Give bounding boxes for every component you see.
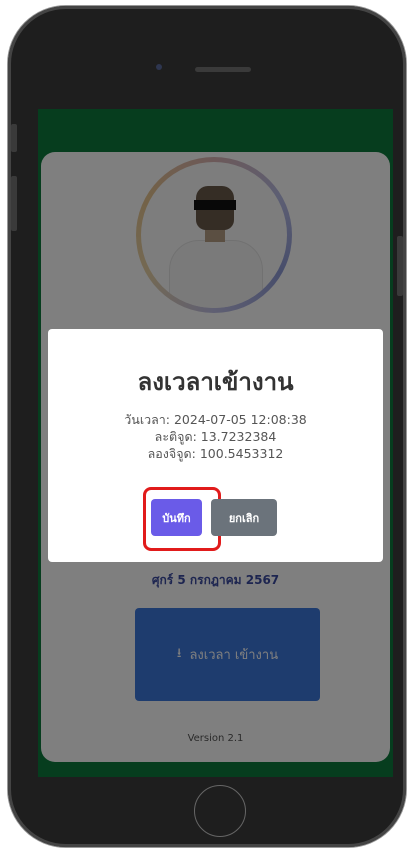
save-button[interactable]: บันทึก bbox=[151, 499, 202, 536]
power-button bbox=[397, 236, 403, 296]
dialog-info: วันเวลา: 2024-07-05 12:08:38 ละติจูด: 13… bbox=[48, 411, 383, 462]
longitude-text: ลองจิจูด: 100.5453312 bbox=[147, 446, 284, 461]
cancel-button[interactable]: ยกเลิก bbox=[211, 499, 277, 536]
home-button[interactable] bbox=[194, 785, 246, 837]
front-camera bbox=[156, 64, 162, 70]
datetime-text: วันเวลา: 2024-07-05 12:08:38 bbox=[124, 412, 307, 427]
latitude-text: ละติจูด: 13.7232384 bbox=[154, 429, 277, 444]
phone-frame: ศุกร์ 5 กรกฎาคม 2567 ⭳ ลงเวลา เข้างาน Ve… bbox=[8, 6, 406, 847]
clock-in-dialog: ลงเวลาเข้างาน วันเวลา: 2024-07-05 12:08:… bbox=[48, 329, 383, 562]
dialog-title: ลงเวลาเข้างาน bbox=[137, 368, 294, 396]
volume-button bbox=[11, 176, 17, 231]
earpiece-speaker bbox=[195, 67, 251, 72]
mute-switch bbox=[11, 124, 17, 152]
app-screen: ศุกร์ 5 กรกฎาคม 2567 ⭳ ลงเวลา เข้างาน Ve… bbox=[38, 109, 393, 777]
